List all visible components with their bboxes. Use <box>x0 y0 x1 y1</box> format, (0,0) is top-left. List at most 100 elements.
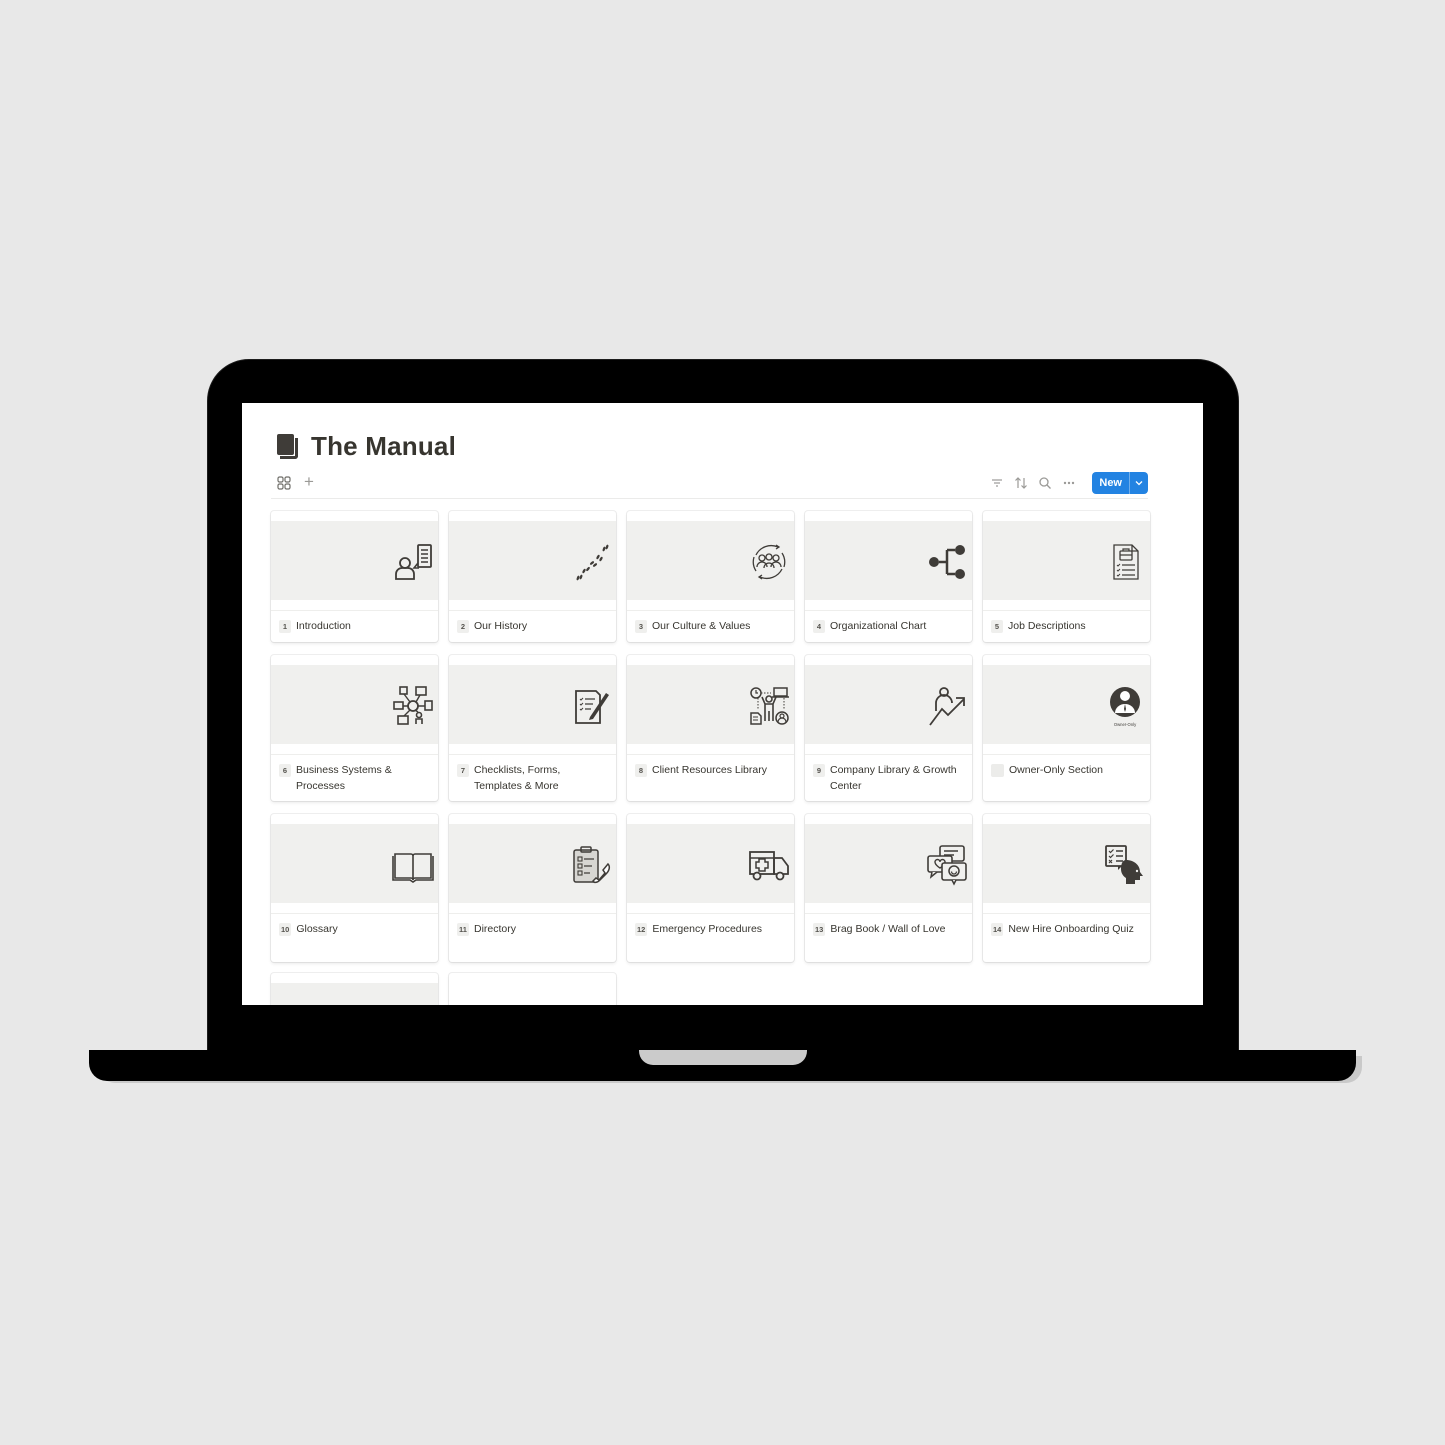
card-cover <box>627 521 794 600</box>
card-title[interactable]: Brag Book / Wall of Love <box>830 921 945 937</box>
gallery-view-icon[interactable] <box>277 476 291 490</box>
number-badge: 2 <box>457 620 469 633</box>
business-network-icon <box>393 686 433 725</box>
number-badge: 4 <box>813 620 825 633</box>
page-title[interactable]: The Manual <box>311 431 456 462</box>
card-cover <box>805 521 972 600</box>
card-title-row: 6 Business Systems & Processes <box>279 762 430 794</box>
card-title-row: Owner-Only Section <box>991 762 1142 778</box>
person-document-icon <box>395 544 432 580</box>
number-badge: 6 <box>279 764 291 777</box>
job-document-icon <box>1113 544 1139 580</box>
card-title[interactable]: Job Descriptions <box>1008 618 1086 634</box>
card-cover <box>271 824 438 903</box>
page-header: The Manual <box>277 431 456 462</box>
card-title-row: 2 Our History <box>457 618 608 634</box>
clipboard-phone-icon <box>573 846 611 884</box>
card-title[interactable]: Company Library & Growth Center <box>830 762 964 794</box>
card-title-row: 14 New Hire Onboarding Quiz <box>991 921 1142 937</box>
card-divider <box>805 610 972 611</box>
card-title-row: 13 Brag Book / Wall of Love <box>813 921 964 937</box>
gallery-card[interactable]: 1 Introduction <box>271 511 438 642</box>
svg-text:Owner-Only: Owner-Only <box>1114 722 1137 727</box>
card-divider <box>805 754 972 755</box>
owner-only-icon: Owner-Only <box>1110 687 1140 727</box>
number-badge: 13 <box>813 923 826 936</box>
search-icon[interactable] <box>1038 476 1052 490</box>
card-divider <box>627 913 794 914</box>
card-cover <box>449 824 616 903</box>
sort-icon[interactable] <box>1014 476 1028 490</box>
checklist-pen-icon <box>575 690 609 724</box>
number-badge: 7 <box>457 764 469 777</box>
card-title[interactable]: Business Systems & Processes <box>296 762 430 794</box>
card-divider <box>627 754 794 755</box>
card-cover <box>983 824 1150 903</box>
gallery-card[interactable]: 13 Brag Book / Wall of Love <box>805 814 972 962</box>
card-title[interactable]: Checklists, Forms, Templates & More <box>474 762 608 794</box>
card-title-row: 5 Job Descriptions <box>991 618 1142 634</box>
gallery-card[interactable]: 12 Emergency Procedures <box>627 814 794 962</box>
gallery-card[interactable]: 7 Checklists, Forms, Templates & More <box>449 655 616 801</box>
gallery-card[interactable]: 5 Job Descriptions <box>983 511 1150 642</box>
gallery-card[interactable]: 11 Directory <box>449 814 616 962</box>
filter-icon[interactable] <box>990 476 1004 490</box>
number-badge: 1 <box>279 620 291 633</box>
card-divider <box>983 913 1150 914</box>
card-title[interactable]: Emergency Procedures <box>652 921 762 937</box>
card-divider <box>449 754 616 755</box>
card-divider <box>449 610 616 611</box>
card-divider <box>449 913 616 914</box>
gallery-card-empty[interactable] <box>449 973 616 1005</box>
gallery-card[interactable]: 4 Organizational Chart <box>805 511 972 642</box>
card-title[interactable]: Our History <box>474 618 527 634</box>
growth-person-icon <box>929 687 965 726</box>
more-icon[interactable] <box>1062 476 1076 490</box>
book-icon[interactable] <box>277 433 301 460</box>
card-title[interactable]: Directory <box>474 921 516 937</box>
client-resources-icon <box>750 687 789 725</box>
gallery-card[interactable]: 14 New Hire Onboarding Quiz <box>983 814 1150 962</box>
card-title[interactable]: Introduction <box>296 618 351 634</box>
new-button[interactable]: New <box>1092 472 1129 494</box>
card-title[interactable]: Client Resources Library <box>652 762 767 778</box>
quiz-head-icon <box>1105 845 1143 884</box>
gallery-card[interactable]: 10 Glossary <box>271 814 438 962</box>
team-cycle-icon <box>752 544 786 580</box>
card-title-row: 8 Client Resources Library <box>635 762 786 778</box>
ambulance-icon <box>749 851 789 881</box>
card-divider <box>983 754 1150 755</box>
empty-icon-badge <box>991 764 1004 777</box>
card-title-row: 11 Directory <box>457 921 608 937</box>
gallery-card[interactable]: 8 Client Resources Library <box>627 655 794 801</box>
gallery-card[interactable]: 3 Our Culture & Values <box>627 511 794 642</box>
gallery-card[interactable]: 2 Our History <box>449 511 616 642</box>
card-title-row: 12 Emergency Procedures <box>635 921 786 937</box>
gallery-card[interactable]: 9 Company Library & Growth Center <box>805 655 972 801</box>
card-title-row: 10 Glossary <box>279 921 430 937</box>
card-title[interactable]: Owner-Only Section <box>1009 762 1103 778</box>
number-badge: 10 <box>279 923 292 936</box>
new-dropdown-button[interactable] <box>1129 472 1148 494</box>
card-title[interactable]: Our Culture & Values <box>652 618 750 634</box>
card-divider <box>271 913 438 914</box>
card-divider <box>271 610 438 611</box>
add-view-button[interactable]: + <box>304 471 314 493</box>
card-title-row: 1 Introduction <box>279 618 430 634</box>
card-cover <box>271 983 438 1005</box>
card-cover <box>983 521 1150 600</box>
open-book-icon <box>392 853 434 883</box>
card-title-row: 3 Our Culture & Values <box>635 618 786 634</box>
new-button-group: New <box>1092 472 1148 494</box>
card-title[interactable]: Organizational Chart <box>830 618 926 634</box>
card-cover <box>627 824 794 903</box>
gallery-card-empty[interactable] <box>271 973 438 1005</box>
notion-page: The Manual + New 1 Introduction 2 Our Hi… <box>242 403 1203 1005</box>
card-title[interactable]: Glossary <box>296 921 337 937</box>
chat-bubbles-heart-icon <box>927 845 967 886</box>
gallery-card[interactable]: Owner-Only Owner-Only Section <box>983 655 1150 801</box>
card-title[interactable]: New Hire Onboarding Quiz <box>1008 921 1133 937</box>
card-cover <box>449 665 616 744</box>
gallery-card[interactable]: 6 Business Systems & Processes <box>271 655 438 801</box>
card-divider <box>627 610 794 611</box>
